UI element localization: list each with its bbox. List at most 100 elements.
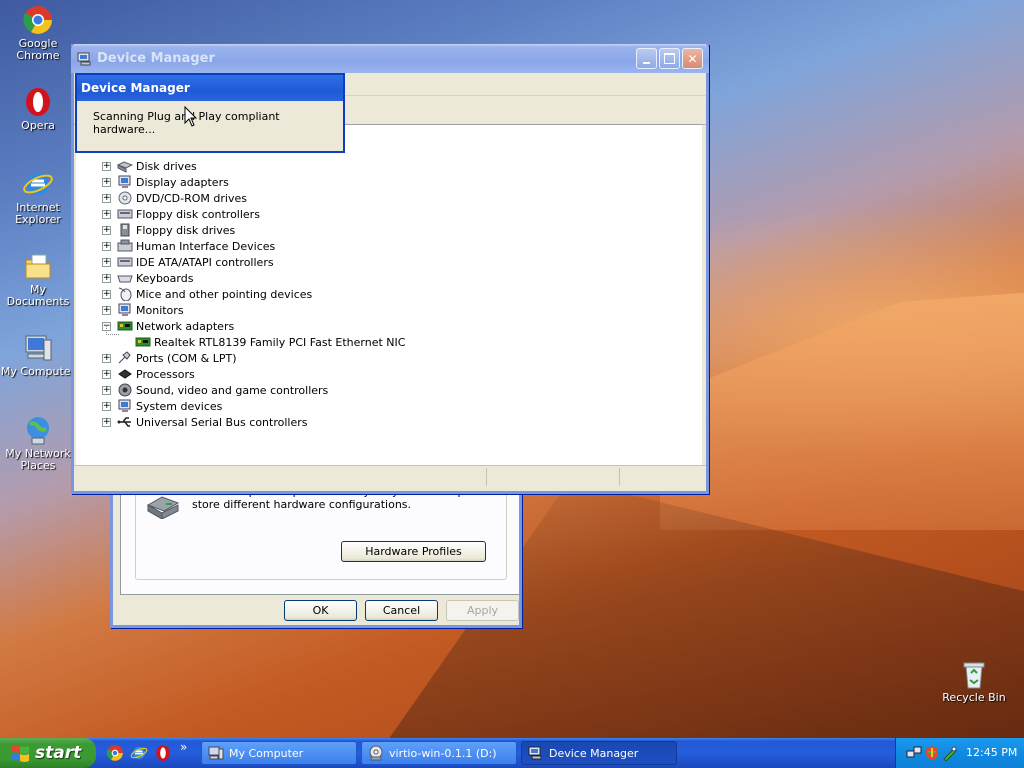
device-manager-title-icon xyxy=(77,51,93,67)
tree-item-usb-controllers[interactable]: + Universal Serial Bus controllers xyxy=(102,414,307,430)
keyboard-icon xyxy=(117,271,133,285)
windows-logo-icon xyxy=(9,743,31,763)
computer-icon xyxy=(208,745,224,761)
network-icon xyxy=(22,414,54,446)
tree-item-ide-ata-atapi-controllers[interactable]: + IDE ATA/ATAPI controllers xyxy=(102,254,274,270)
quicklaunch-ie-icon[interactable] xyxy=(130,744,148,762)
desktop-icon-chrome[interactable]: Google Chrome xyxy=(0,4,76,62)
recycle-bin-icon xyxy=(958,658,990,690)
hardware-profiles-group: Hardware profiles provide a way for you … xyxy=(135,482,507,580)
maximize-button[interactable] xyxy=(659,48,680,69)
disk-drive-icon xyxy=(116,159,134,173)
tree-item-network-adapters[interactable]: − Network adapters xyxy=(102,318,234,334)
clock[interactable]: 12:45 PM xyxy=(966,746,1017,759)
desktop-icon-my-network-places[interactable]: My Network Places xyxy=(0,414,76,472)
tray-security-alert-icon[interactable] xyxy=(924,745,940,761)
expand-icon[interactable]: + xyxy=(102,273,111,283)
quicklaunch-expand-icon[interactable]: » xyxy=(180,740,187,754)
taskbar-item-device-manager[interactable]: Device Manager xyxy=(521,741,677,765)
port-icon xyxy=(117,351,133,365)
network-adapter-icon xyxy=(117,319,133,333)
sound-icon xyxy=(117,383,133,397)
scan-popup: Device Manager Scanning Plug and Play co… xyxy=(75,73,345,153)
expand-icon[interactable]: + xyxy=(102,225,111,235)
tree-item-ports[interactable]: + Ports (COM & LPT) xyxy=(102,350,237,366)
expand-icon[interactable]: + xyxy=(102,193,111,203)
expand-icon[interactable]: + xyxy=(102,209,111,219)
scan-popup-title: Device Manager xyxy=(77,75,343,101)
tree-item-display-adapters[interactable]: + Display adapters xyxy=(102,174,229,190)
close-icon: ✕ xyxy=(687,51,698,66)
expand-icon[interactable]: + xyxy=(102,161,111,171)
desktop-icon-opera[interactable]: Opera xyxy=(0,86,76,132)
hardware-tab-panel: Hardware profiles provide a way for you … xyxy=(120,479,520,595)
system-tray: 12:45 PM xyxy=(895,738,1024,768)
status-divider xyxy=(486,468,487,486)
quicklaunch-opera-icon[interactable] xyxy=(154,744,172,762)
tree-item-processors[interactable]: + Processors xyxy=(102,366,195,382)
ok-button[interactable]: OK xyxy=(284,600,357,621)
close-button[interactable]: ✕ xyxy=(682,48,703,69)
desktop-icon-my-documents[interactable]: My Documents xyxy=(0,250,76,308)
taskbar-item-virtio-win[interactable]: virtio-win-0.1.1 (D:) xyxy=(361,741,517,765)
tree-item-disk-drives[interactable]: + Disk drives xyxy=(102,158,197,174)
desktop-icon-my-computer[interactable]: My Computer xyxy=(0,332,76,378)
expand-icon[interactable]: + xyxy=(102,305,111,315)
quicklaunch-chrome-icon[interactable] xyxy=(106,744,124,762)
tree-item-system-devices[interactable]: + System devices xyxy=(102,398,222,414)
tree-item-monitors[interactable]: + Monitors xyxy=(102,302,184,318)
desktop-icon-ie[interactable]: Internet Explorer xyxy=(0,168,76,226)
tray-network-icon[interactable] xyxy=(906,745,922,761)
scan-popup-message: Scanning Plug and Play compliant hardwar… xyxy=(93,110,280,136)
expand-icon[interactable]: + xyxy=(102,241,111,251)
system-device-icon xyxy=(117,399,133,413)
tree-item-human-interface-devices[interactable]: + Human Interface Devices xyxy=(102,238,275,254)
desktop-icon-recycle-bin[interactable]: Recycle Bin xyxy=(936,658,1012,704)
network-adapter-icon xyxy=(135,335,151,349)
cancel-button[interactable]: Cancel xyxy=(365,600,438,621)
tree-item-floppy-disk-controllers[interactable]: + Floppy disk controllers xyxy=(102,206,260,222)
tree-item-realtek-nic[interactable]: Realtek RTL8139 Family PCI Fast Ethernet… xyxy=(135,334,405,350)
device-manager-titlebar[interactable]: Device Manager ✕ xyxy=(71,44,709,73)
mouse-icon xyxy=(117,287,133,302)
cd-drive-icon xyxy=(368,745,384,761)
processor-icon xyxy=(117,367,133,381)
tree-item-mice[interactable]: + Mice and other pointing devices xyxy=(102,286,312,302)
expand-icon[interactable]: + xyxy=(102,417,111,427)
floppy-controller-icon xyxy=(117,207,133,221)
expand-icon[interactable]: + xyxy=(102,369,111,379)
tree-connector xyxy=(106,326,119,335)
expand-icon[interactable]: + xyxy=(102,401,111,411)
ie-icon xyxy=(22,168,54,200)
minimize-button[interactable] xyxy=(636,48,657,69)
hid-icon xyxy=(117,239,133,253)
device-manager-icon xyxy=(528,745,544,761)
expand-icon[interactable]: + xyxy=(102,353,111,363)
chrome-icon xyxy=(22,4,54,36)
status-divider xyxy=(619,468,620,486)
computer-icon xyxy=(22,332,54,364)
expand-icon[interactable]: + xyxy=(102,289,111,299)
expand-icon[interactable]: + xyxy=(102,177,111,187)
mouse-cursor-icon xyxy=(184,105,198,128)
tray-hardware-icon[interactable] xyxy=(942,745,958,762)
taskbar-item-my-computer[interactable]: My Computer xyxy=(201,741,357,765)
device-tree: + Disk drives + Display adapters + DVD/C… xyxy=(76,124,702,465)
floppy-drive-icon xyxy=(117,223,133,237)
ide-controller-icon xyxy=(117,255,133,269)
minimize-icon xyxy=(643,61,650,64)
status-bar xyxy=(74,465,706,489)
tree-item-sound-video-game[interactable]: + Sound, video and game controllers xyxy=(102,382,328,398)
expand-icon[interactable]: + xyxy=(102,385,111,395)
dvd-drive-icon xyxy=(117,191,133,205)
expand-icon[interactable]: + xyxy=(102,257,111,267)
hardware-profiles-button[interactable]: Hardware Profiles xyxy=(341,541,486,562)
start-button[interactable]: start xyxy=(0,738,96,768)
taskbar: start » My Computer virtio-win-0.1.1 (D:… xyxy=(0,738,1024,768)
maximize-icon xyxy=(664,53,675,64)
display-adapter-icon xyxy=(117,175,133,189)
monitor-icon xyxy=(117,303,133,317)
tree-item-dvd-cd-rom-drives[interactable]: + DVD/CD-ROM drives xyxy=(102,190,247,206)
tree-item-keyboards[interactable]: + Keyboards xyxy=(102,270,193,286)
tree-item-floppy-disk-drives[interactable]: + Floppy disk drives xyxy=(102,222,235,238)
